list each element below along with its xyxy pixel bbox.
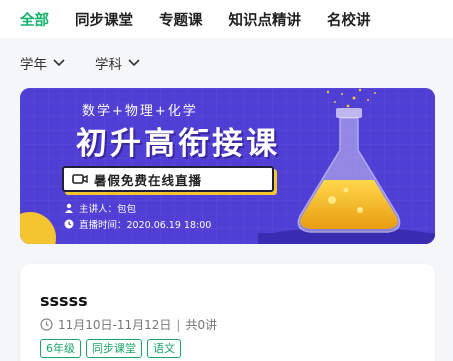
course-card[interactable]: sssss 11月10日-11月12日 | 共0讲 6年级 同步课堂 语文 — [20, 264, 435, 361]
live-tag-label: 暑假免费在线直播 — [94, 172, 203, 188]
filter-bar: 学年 学科 — [0, 38, 453, 88]
tab-topic-course[interactable]: 专题课 — [159, 9, 203, 30]
speaker-info: 主讲人：包包 — [64, 201, 136, 215]
course-tags: 6年级 同步课堂 语文 — [40, 339, 186, 358]
banner-title: 初升高衔接课 — [76, 126, 280, 162]
clock-icon — [64, 219, 74, 229]
course-lesson-count: 共0讲 — [185, 318, 218, 332]
person-icon — [65, 203, 73, 213]
tag-type: 同步课堂 — [86, 339, 142, 358]
video-camera-icon — [72, 174, 88, 184]
chevron-down-icon — [128, 59, 140, 67]
filter-school-year[interactable]: 学年 — [20, 53, 65, 73]
live-tag: 暑假免费在线直播 — [62, 166, 274, 192]
course-date-range: 11月10日-11月12日 — [58, 318, 172, 332]
tab-all[interactable]: 全部 — [20, 9, 49, 30]
course-title: sssss — [40, 291, 88, 310]
promo-banner[interactable]: 数学+物理+化学 初升高衔接课 暑假免费在线直播 主讲人：包包 直播时间：202… — [20, 88, 435, 244]
filter-school-year-label: 学年 — [20, 57, 47, 73]
tag-subject: 语文 — [147, 339, 181, 358]
filter-subject[interactable]: 学科 — [95, 53, 140, 73]
tab-knowledge-points[interactable]: 知识点精讲 — [229, 9, 302, 30]
meta-separator: | — [176, 317, 181, 332]
filter-subject-label: 学科 — [95, 57, 122, 73]
tag-grade: 6年级 — [40, 339, 81, 358]
category-tabs: 全部 同步课堂 专题课 知识点精讲 名校讲 — [0, 0, 453, 38]
tab-famous-school[interactable]: 名校讲 — [327, 9, 371, 30]
clock-icon — [40, 318, 53, 331]
speaker-label: 主讲人：包包 — [79, 204, 137, 215]
course-meta: 11月10日-11月12日 | 共0讲 — [40, 316, 217, 333]
live-time-label: 直播时间：2020.06.19 18:00 — [79, 220, 212, 231]
banner-subtitle: 数学+物理+化学 — [82, 104, 198, 119]
chevron-down-icon — [53, 59, 65, 67]
tab-sync-class[interactable]: 同步课堂 — [75, 9, 133, 30]
live-time-info: 直播时间：2020.06.19 18:00 — [64, 217, 211, 231]
